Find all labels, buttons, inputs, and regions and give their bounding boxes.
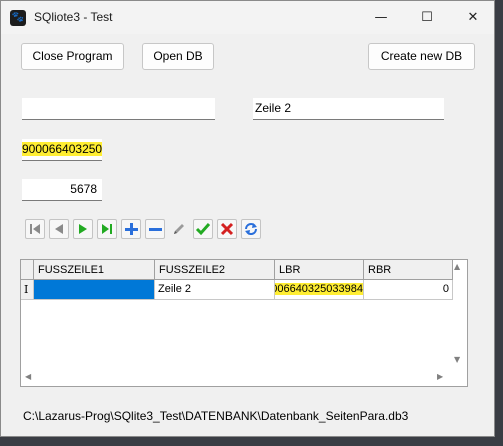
minimize-icon: — [374,10,388,25]
scroll-right-icon[interactable]: ▶ [437,372,443,381]
column-header-fusszeile2[interactable]: FUSSZEILE2 [155,260,275,280]
cell-rbr[interactable]: 0 [364,280,453,300]
next-icon [79,224,87,234]
create-new-db-button[interactable]: Create new DB [368,43,475,70]
row-indicator: I [21,280,34,300]
close-program-button[interactable]: Close Program [21,43,124,70]
maximize-icon: ☐ [421,10,433,25]
scroll-left-icon[interactable]: ◀ [25,372,31,381]
fusszeile2-field[interactable]: Zeile 2 [253,98,444,120]
nav-post-button[interactable] [193,219,213,239]
column-header-lbr[interactable]: LBR [275,260,364,280]
close-icon: ✕ [467,10,479,25]
scroll-down-icon[interactable]: ▼ [454,355,460,364]
cell-fusszeile2[interactable]: Zeile 2 [155,280,275,300]
cancel-icon [220,222,234,236]
nav-prior-button[interactable] [49,219,69,239]
window-title: SQliote3 - Test [34,10,113,24]
cell-lbr-value: 90006640325033984 [275,283,363,295]
grid-corner [21,260,34,280]
title-bar[interactable]: 🐾 SQliote3 - Test — ☐ ✕ [1,1,494,34]
scroll-up-icon[interactable]: ▲ [454,262,460,271]
post-icon [195,223,211,236]
nav-delete-button[interactable] [145,219,165,239]
maximize-button[interactable]: ☐ [404,1,450,34]
edit-icon [174,224,184,234]
last-icon [102,224,112,234]
first-icon [30,224,40,234]
nav-insert-button[interactable] [121,219,141,239]
prior-icon [55,224,63,234]
insert-icon [125,223,138,235]
nav-first-button[interactable] [25,219,45,239]
database-path-label: C:\Lazarus-Prog\SQlite3_Test\DATENBANK\D… [23,409,409,423]
nav-edit-button[interactable] [169,219,189,239]
column-header-fusszeile1[interactable]: FUSSZEILE1 [34,260,155,280]
refresh-icon [245,223,257,235]
paw-icon: 🐾 [10,10,26,26]
cell-lbr[interactable]: 90006640325033984 [275,280,364,300]
close-window-button[interactable]: ✕ [450,1,496,34]
column-header-rbr[interactable]: RBR [364,260,453,280]
nav-refresh-button[interactable] [241,219,261,239]
grid-header: FUSSZEILE1 FUSSZEILE2 LBR RBR [21,260,467,280]
open-db-button[interactable]: Open DB [142,43,214,70]
minimize-button[interactable]: — [358,1,404,34]
delete-icon [149,228,162,231]
nav-next-button[interactable] [73,219,93,239]
lbr-field[interactable]: 90006640325033984 [22,139,102,161]
rbr-field[interactable]: 5678 [22,179,102,201]
nav-cancel-button[interactable] [217,219,237,239]
horizontal-scrollbar[interactable]: ◀ ▶ [21,369,449,386]
cell-fusszeile1[interactable] [34,280,155,300]
data-grid[interactable]: FUSSZEILE1 FUSSZEILE2 LBR RBR I Zeile 2 … [20,259,468,387]
fusszeile1-field[interactable] [22,98,215,120]
nav-last-button[interactable] [97,219,117,239]
lbr-value: 90006640325033984 [22,142,102,156]
main-window: 🐾 SQliote3 - Test — ☐ ✕ Close Program Op… [0,0,495,437]
vertical-scrollbar[interactable]: ▲ ▼ [449,259,466,369]
